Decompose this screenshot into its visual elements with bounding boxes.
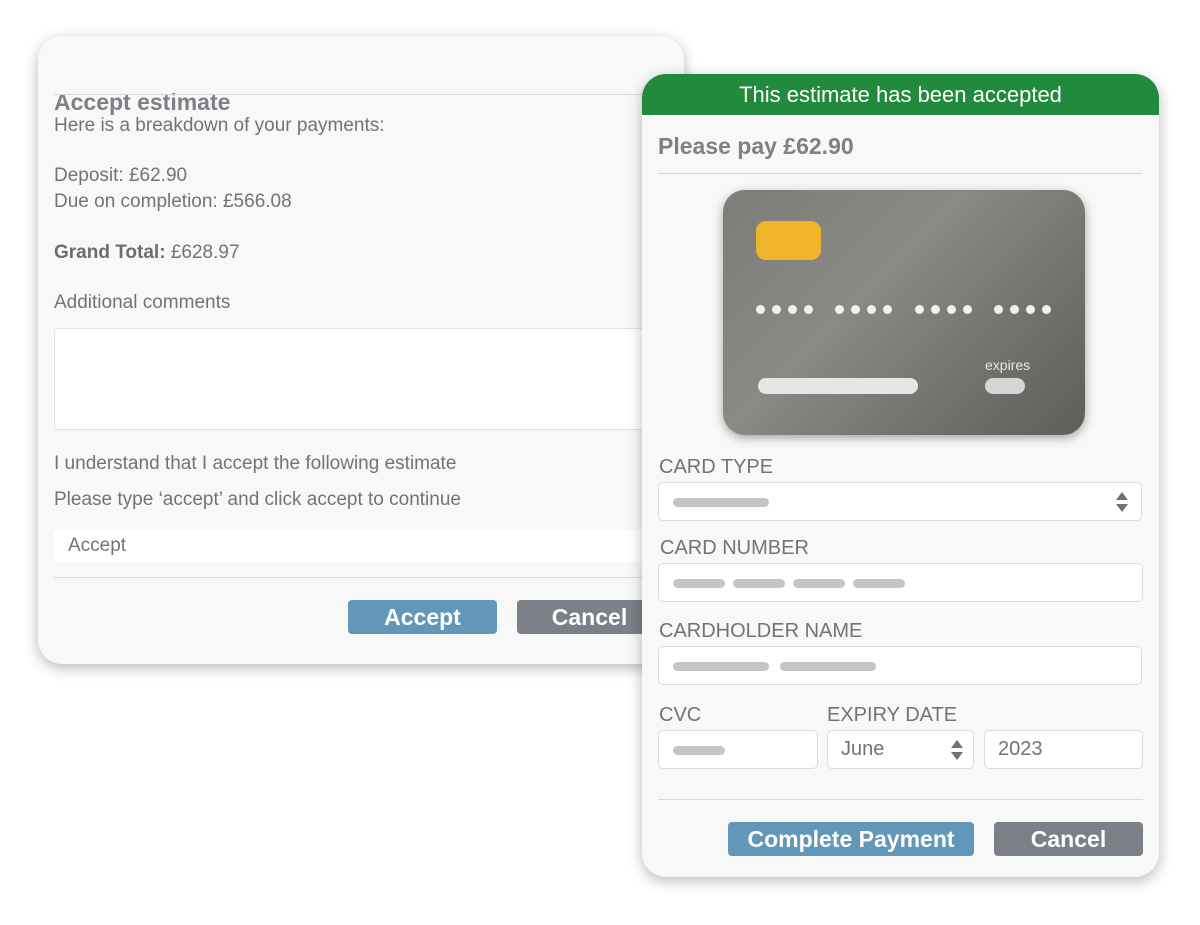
pay-title: Please pay £62.90 xyxy=(658,133,854,159)
cardholder-name-input[interactable] xyxy=(658,646,1142,685)
card-chip-icon xyxy=(756,221,821,260)
type-accept-instruction: Please type ‘accept’ and click accept to… xyxy=(54,489,461,510)
card-number-dots xyxy=(994,305,1051,314)
understand-text: I understand that I accept the following… xyxy=(54,453,457,474)
select-arrows-icon xyxy=(1116,491,1128,512)
placeholder-bar xyxy=(793,578,845,588)
card-number-dots xyxy=(915,305,972,314)
accept-estimate-modal: Accept estimate Here is a breakdown of y… xyxy=(38,36,684,664)
cardholder-placeholder-bar xyxy=(758,378,918,394)
card-number-input[interactable] xyxy=(658,563,1143,602)
payment-cancel-button[interactable]: Cancel xyxy=(994,822,1143,856)
credit-card-illustration: expires xyxy=(723,190,1085,435)
placeholder-bar xyxy=(853,578,905,588)
payment-modal: This estimate has been accepted Please p… xyxy=(642,74,1159,877)
accept-button[interactable]: Accept xyxy=(348,600,497,634)
select-arrows-icon xyxy=(951,739,963,760)
placeholder-bar xyxy=(733,578,785,588)
breakdown-intro: Here is a breakdown of your payments: xyxy=(54,115,385,136)
cancel-button[interactable]: Cancel xyxy=(517,600,662,634)
expiry-year-value: 2023 xyxy=(998,738,1043,760)
accept-confirmation-input[interactable]: Accept xyxy=(54,530,674,562)
accepted-banner: This estimate has been accepted xyxy=(642,74,1159,115)
expiry-month-select[interactable]: June xyxy=(827,730,974,769)
card-number-dots xyxy=(835,305,892,314)
grand-total-line: Grand Total: £628.97 xyxy=(54,242,240,264)
expiry-month-value: June xyxy=(841,738,885,760)
card-number-label: CARD NUMBER xyxy=(660,537,809,559)
divider xyxy=(658,173,1142,174)
divider xyxy=(54,577,674,578)
card-number-dots xyxy=(756,305,813,314)
placeholder-bar xyxy=(673,661,769,671)
divider xyxy=(54,94,674,95)
expires-label: expires xyxy=(985,357,1031,373)
comments-textarea[interactable] xyxy=(54,328,674,430)
due-on-completion-line: Due on completion: £566.08 xyxy=(54,191,292,212)
cvc-input[interactable] xyxy=(658,730,818,769)
card-type-select[interactable] xyxy=(658,482,1142,521)
grand-total-value: £628.97 xyxy=(165,242,240,263)
placeholder-bar xyxy=(780,661,876,671)
complete-payment-button[interactable]: Complete Payment xyxy=(728,822,974,856)
deposit-line: Deposit: £62.90 xyxy=(54,165,188,186)
placeholder-bar xyxy=(673,745,725,755)
placeholder-bar xyxy=(673,578,725,588)
expiry-date-label: EXPIRY DATE xyxy=(827,704,958,726)
comments-label: Additional comments xyxy=(54,292,231,313)
cvc-label: CVC xyxy=(659,704,702,726)
expiry-year-input[interactable]: 2023 xyxy=(984,730,1143,769)
expiry-placeholder-bar xyxy=(985,378,1025,394)
card-type-label: CARD TYPE xyxy=(659,456,774,478)
grand-total-label: Grand Total: xyxy=(54,242,166,263)
cardholder-name-label: CARDHOLDER NAME xyxy=(659,620,863,642)
divider xyxy=(658,799,1143,800)
placeholder-bar xyxy=(673,497,769,507)
